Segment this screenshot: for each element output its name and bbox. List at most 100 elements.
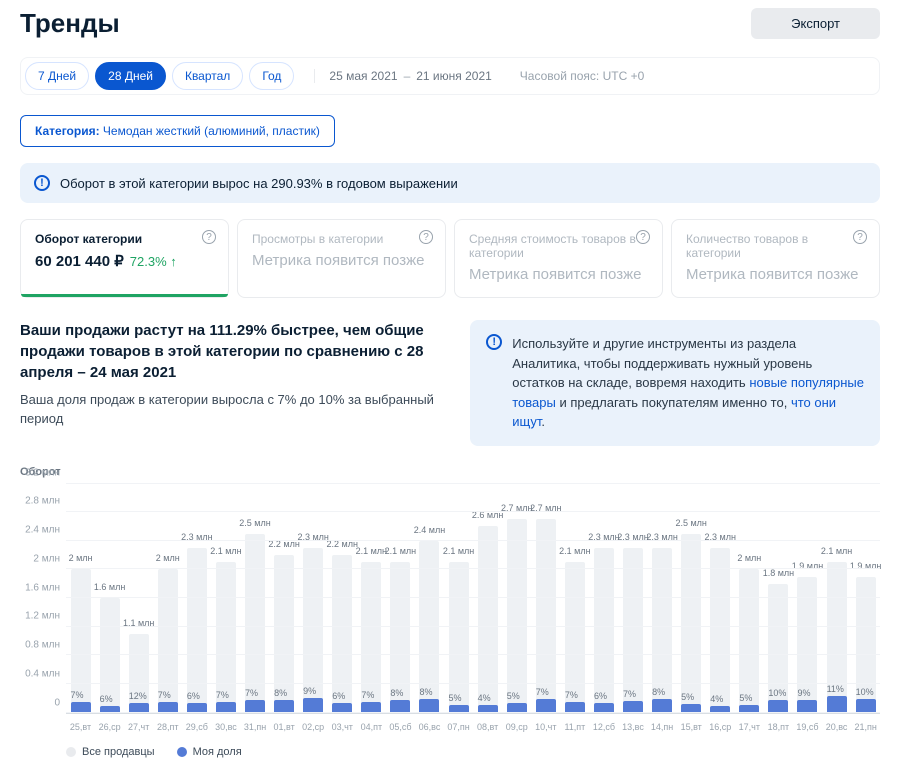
bar-all-sellers[interactable]: 2.2 млн8% [274, 555, 294, 712]
help-icon[interactable]: ? [853, 230, 867, 244]
gridline [66, 568, 880, 569]
x-tick: 16,ср [706, 722, 735, 732]
metric-card[interactable]: Оборот категории60 201 440 ₽72.3% ↑? [20, 219, 229, 298]
metric-card-value: Метрика появится позже [252, 252, 431, 269]
bar-slot: 2.1 млн7% [357, 484, 386, 713]
bar-all-sellers[interactable]: 2.3 млн8% [652, 548, 672, 713]
bar-all-sellers[interactable]: 2.1 млн5% [449, 562, 469, 712]
bar-all-sellers[interactable]: 2.1 млн7% [565, 562, 585, 712]
x-tick: 03,чт [328, 722, 357, 732]
bar-all-sellers[interactable]: 2.1 млн8% [390, 562, 410, 712]
bar-share-label: 12% [129, 691, 147, 701]
bar-share-label: 7% [623, 689, 636, 699]
bar-share-label: 8% [274, 688, 287, 698]
bar-all-sellers[interactable]: 2.3 млн6% [594, 548, 614, 713]
bar-all-sellers[interactable]: 2.1 млн7% [361, 562, 381, 712]
bar-share-label: 7% [216, 690, 229, 700]
y-tick: 2.8 млн [25, 496, 60, 507]
help-icon[interactable]: ? [202, 230, 216, 244]
bar-all-sellers[interactable]: 2.3 млн6% [187, 548, 207, 713]
bar-slot: 2 млн5% [735, 484, 764, 713]
date-separator: – [404, 69, 411, 83]
bar-slot: 2.3 млн9% [299, 484, 328, 713]
range-pill[interactable]: Квартал [172, 62, 243, 90]
x-tick: 29,сб [182, 722, 211, 732]
date-to[interactable]: 21 июня 2021 [416, 69, 492, 83]
bar-slot: 2.1 млн5% [444, 484, 473, 713]
gridline [66, 626, 880, 627]
category-filter-tag[interactable]: Категория: Чемодан жесткий (алюминий, пл… [20, 115, 335, 147]
x-tick: 06,вс [415, 722, 444, 732]
bar-value-label: 2 млн [737, 553, 761, 563]
metric-card[interactable]: Средняя стоимость товаров в категорииМет… [454, 219, 663, 298]
info-icon: ! [486, 334, 502, 350]
bar-share-label: 5% [681, 692, 694, 702]
bar-all-sellers[interactable]: 2.6 млн4% [478, 526, 498, 712]
bar-value-label: 2.5 млн [239, 518, 270, 528]
help-icon[interactable]: ? [636, 230, 650, 244]
bar-slot: 2.3 млн6% [589, 484, 618, 713]
bar-share-label: 9% [303, 686, 316, 696]
bar-share-label: 7% [536, 687, 549, 697]
bar-value-label: 2 млн [156, 553, 180, 563]
bar-all-sellers[interactable]: 2.3 млн9% [303, 548, 323, 713]
metric-card-value: 60 201 440 ₽72.3% ↑ [35, 252, 214, 270]
gridline [66, 712, 880, 713]
bar-value-label: 2.5 млн [675, 518, 706, 528]
metric-card[interactable]: Количество товаров в категорииМетрика по… [671, 219, 880, 298]
bar-my-share[interactable]: 9% [303, 698, 323, 713]
bar-all-sellers[interactable]: 2.1 млн7% [216, 562, 236, 712]
x-tick: 31,пн [240, 722, 269, 732]
bar-slot: 2.1 млн8% [386, 484, 415, 713]
bar-all-sellers[interactable]: 1.8 млн10% [768, 584, 788, 713]
bar-all-sellers[interactable]: 2 млн5% [739, 569, 759, 712]
bar-share-label: 10% [856, 687, 874, 697]
bar-slot: 2.1 млн7% [211, 484, 240, 713]
category-filter-value: Чемодан жесткий (алюминий, пластик) [103, 124, 320, 138]
bar-my-share[interactable]: 7% [536, 699, 556, 713]
legend-my-share[interactable]: Моя доля [177, 746, 242, 758]
bar-slot: 2.3 млн7% [618, 484, 647, 713]
bar-my-share[interactable]: 10% [856, 699, 876, 713]
metric-card[interactable]: Просмотры в категорииМетрика появится по… [237, 219, 446, 298]
bar-all-sellers[interactable]: 2.3 млн7% [623, 548, 643, 713]
bar-all-sellers[interactable]: 2.3 млн4% [710, 548, 730, 713]
metric-card-value: Метрика появится позже [469, 266, 648, 283]
bar-slot: 1.9 млн10% [851, 484, 880, 713]
x-tick: 01,вт [270, 722, 299, 732]
x-tick: 26,ср [95, 722, 124, 732]
bar-my-share[interactable]: 11% [827, 696, 847, 713]
bar-all-sellers[interactable]: 1.6 млн6% [100, 598, 120, 713]
date-from[interactable]: 25 мая 2021 [329, 69, 397, 83]
gridline [66, 683, 880, 684]
bar-all-sellers[interactable]: 2 млн7% [71, 569, 91, 712]
bar-all-sellers[interactable]: 2.4 млн8% [419, 541, 439, 713]
bar-all-sellers[interactable]: 2.1 млн11% [827, 562, 847, 712]
tip-text: Используйте и другие инструменты из разд… [512, 334, 864, 432]
legend-all-sellers[interactable]: Все продавцы [66, 746, 155, 758]
bar-my-share[interactable]: 8% [419, 699, 439, 713]
export-button[interactable]: Экспорт [751, 8, 880, 39]
x-tick: 09,ср [502, 722, 531, 732]
bar-slot: 2.1 млн11% [822, 484, 851, 713]
bar-all-sellers[interactable]: 1.1 млн12% [129, 634, 149, 713]
bar-all-sellers[interactable]: 2 млн7% [158, 569, 178, 712]
bar-all-sellers[interactable]: 2.2 млн6% [332, 555, 352, 712]
growth-banner-text: Оборот в этой категории вырос на 290.93%… [60, 176, 458, 191]
bar-slot: 2.6 млн4% [473, 484, 502, 713]
help-icon[interactable]: ? [419, 230, 433, 244]
bar-slot: 2 млн7% [153, 484, 182, 713]
chart-legend: Все продавцы Моя доля [20, 746, 880, 758]
growth-banner: ! Оборот в этой категории вырос на 290.9… [20, 163, 880, 203]
y-tick: 0 [54, 697, 60, 708]
bar-all-sellers[interactable]: 2.5 млн5% [681, 534, 701, 713]
x-tick: 18,пт [764, 722, 793, 732]
bar-all-sellers[interactable]: 2.5 млн7% [245, 534, 265, 713]
x-tick: 08,вт [473, 722, 502, 732]
range-pill[interactable]: Год [249, 62, 294, 90]
gridline [66, 511, 880, 512]
bar-share-label: 11% [827, 684, 844, 694]
range-pill[interactable]: 28 Дней [95, 62, 166, 90]
gridline [66, 483, 880, 484]
range-pill[interactable]: 7 Дней [25, 62, 89, 90]
